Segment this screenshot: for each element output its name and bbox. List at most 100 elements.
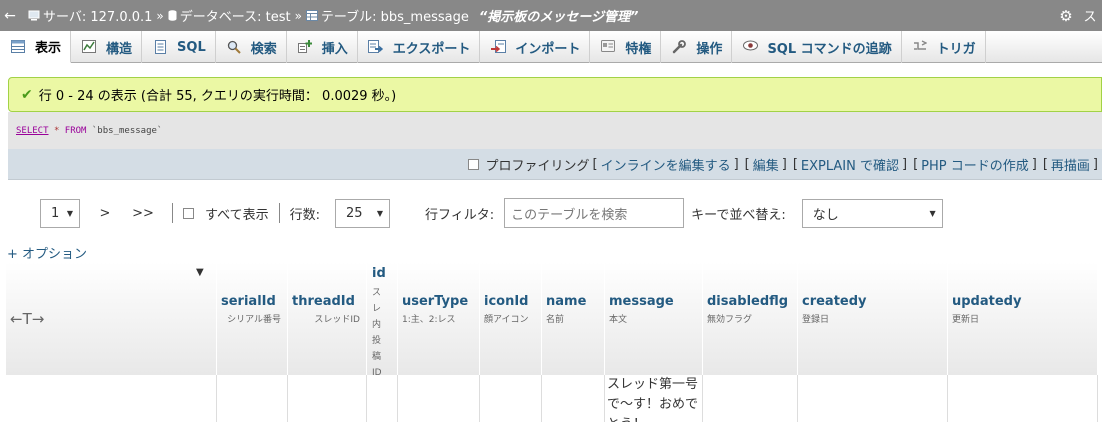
divider <box>278 203 280 223</box>
tab-triggers[interactable]: トリガ <box>902 31 986 63</box>
breadcrumb-bar: ← サーバ: 127.0.0.1 » データベース: test » テーブル: … <box>0 0 1102 31</box>
search-icon <box>226 40 242 54</box>
table-cell <box>217 375 288 422</box>
collapse-button[interactable]: ス <box>1078 6 1102 25</box>
explain-link[interactable]: EXPLAIN で確認 <box>801 155 899 174</box>
column-header-threadId[interactable]: threadId スレッドID <box>288 262 367 375</box>
column-header-name[interactable]: name 名前 <box>542 262 605 375</box>
php-code-link[interactable]: PHP コードの作成 <box>921 155 1029 174</box>
message-cell[interactable]: スレッド第一号で～す！おめでとう！ <box>605 375 703 422</box>
tab-operations[interactable]: 操作 <box>661 31 733 63</box>
column-name[interactable]: updatedy <box>952 294 1097 309</box>
column-name[interactable]: iconId <box>484 294 541 309</box>
column-header-serialId[interactable]: serialId シリアル番号 <box>217 262 288 375</box>
column-header-iconId[interactable]: iconId 顔アイコン <box>480 262 542 375</box>
breadcrumb-table[interactable]: テーブル: bbs_message <box>321 6 469 25</box>
edit-link[interactable]: 編集 <box>753 155 779 174</box>
import-icon <box>490 40 506 54</box>
sort-by-key-label: キーで並べ替え: <box>691 207 786 223</box>
column-comment: 本文 <box>609 315 628 325</box>
sql-icon <box>152 40 168 54</box>
tab-privileges[interactable]: 特権 <box>590 31 662 63</box>
tab-label: 表示 <box>35 41 62 56</box>
tab-label: エクスポート <box>392 41 471 57</box>
tab-export[interactable]: エクスポート <box>358 31 481 63</box>
table-cell <box>480 375 542 422</box>
table-header-row: ▼ ←T→ serialId シリアル番号 threadId スレッドID id… <box>6 262 1098 378</box>
column-name[interactable]: id <box>372 266 397 281</box>
column-name[interactable]: message <box>609 294 702 309</box>
column-comment: 1:主、2:レス <box>402 315 456 325</box>
sql-select-keyword[interactable]: SELECT <box>16 126 49 136</box>
trigger-icon <box>912 40 928 54</box>
tab-insert[interactable]: 挿入 <box>287 31 358 63</box>
dropdown-arrow-icon: ▼ <box>929 208 936 218</box>
column-name[interactable]: threadId <box>292 294 360 309</box>
tab-search[interactable]: 検索 <box>216 31 287 63</box>
breadcrumb-database[interactable]: データベース: test <box>180 6 291 25</box>
column-comment: 登録日 <box>802 315 830 325</box>
inline-edit-link[interactable]: インラインを編集する <box>601 155 731 174</box>
column-header-userType[interactable]: userType 1:主、2:レス <box>398 262 480 375</box>
row-filter-input[interactable]: このテーブルを検索 <box>504 198 685 228</box>
column-comment: シリアル番号 <box>227 315 281 325</box>
back-arrow-icon[interactable]: ← <box>0 0 20 31</box>
column-header-disabledflg[interactable]: disabledflg 無効フラグ <box>703 262 798 375</box>
wrench-icon <box>671 40 687 54</box>
tab-import[interactable]: インポート <box>480 31 591 63</box>
column-header-createdy[interactable]: createdy 登録日 <box>798 262 948 375</box>
column-name[interactable]: name <box>546 294 604 309</box>
column-comment: 名前 <box>546 315 565 325</box>
sort-by-key-select[interactable]: なし ▼ <box>801 198 943 228</box>
profiling-checkbox[interactable] <box>468 158 480 170</box>
tab-label: 特権 <box>625 41 652 57</box>
tab-label: SQL <box>177 39 206 55</box>
tab-structure[interactable]: 構造 <box>71 31 143 63</box>
settings-gear-icon[interactable]: ⚙ <box>1054 7 1078 25</box>
column-name[interactable]: createdy <box>802 294 947 309</box>
table-cell <box>542 375 605 422</box>
row-filter-placeholder: このテーブルを検索 <box>511 207 628 223</box>
page-select[interactable]: 1 ▼ <box>40 198 80 228</box>
column-header-updatedy[interactable]: updatedy 更新日 <box>948 262 1098 375</box>
divider <box>172 203 173 223</box>
privileges-icon <box>600 40 616 54</box>
column-name[interactable]: userType <box>402 294 479 309</box>
tab-tracking[interactable]: SQL コマンドの追跡 <box>732 31 902 63</box>
sql-star: * <box>53 125 60 136</box>
expand-columns-arrows[interactable]: ←T→ <box>10 310 44 328</box>
tab-bar: 表示 構造 SQL 検索 挿入 エクスポート インポート 特権 操作 SQL コ… <box>0 31 1102 63</box>
tab-label: SQL コマンドの追跡 <box>767 41 892 57</box>
rows-select-value: 25 <box>345 205 363 221</box>
table-cell <box>398 375 480 422</box>
column-header-id[interactable]: id スレ内投稿ID <box>367 262 398 378</box>
breadcrumb-server[interactable]: サーバ: 127.0.0.1 <box>43 6 152 25</box>
tab-sql[interactable]: SQL <box>142 31 216 63</box>
table-icon <box>305 10 318 21</box>
next-page-button[interactable]: > <box>86 198 124 228</box>
tab-label: 検索 <box>250 41 277 57</box>
refresh-link[interactable]: 再描画 <box>1051 155 1090 174</box>
show-all-checkbox[interactable] <box>183 207 194 219</box>
profiling-label: プロファイリング <box>485 158 590 174</box>
dropdown-arrow-icon: ▼ <box>376 208 383 218</box>
column-name[interactable]: serialId <box>221 294 281 309</box>
rows-per-page-select[interactable]: 25 ▼ <box>334 198 390 228</box>
last-page-button[interactable]: >> <box>124 198 162 228</box>
table-row: スレッド第一号で～す！おめでとう！ <box>6 375 1098 422</box>
structure-icon <box>81 40 97 54</box>
column-comment: 顔アイコン <box>484 315 529 325</box>
tab-browse[interactable]: 表示 <box>0 31 72 63</box>
checkmark-icon: ✔ <box>21 86 33 103</box>
options-link[interactable]: + オプション <box>7 243 87 262</box>
sort-dropdown-icon[interactable]: ▼ <box>196 267 204 278</box>
tab-label: 挿入 <box>321 41 348 57</box>
insert-icon <box>297 40 313 54</box>
column-comment: 無効フラグ <box>707 315 753 325</box>
breadcrumb-separator: » <box>294 8 302 23</box>
column-header-message[interactable]: message 本文 <box>605 262 703 375</box>
tab-label: トリガ <box>936 41 976 57</box>
breadcrumb-separator: » <box>156 8 164 23</box>
column-name[interactable]: disabledflg <box>707 294 797 309</box>
success-notice: ✔ 行 0 - 24 の表示 (合計 55, クエリの実行時間： 0.0029 … <box>8 77 1102 112</box>
